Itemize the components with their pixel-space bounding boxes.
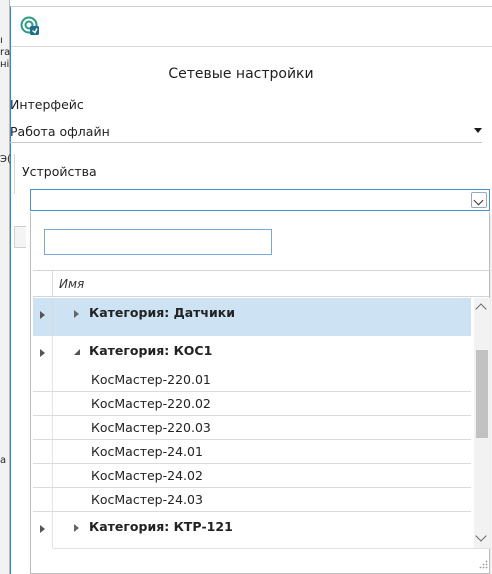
row-indicator (33, 392, 53, 415)
chevron-down-icon[interactable] (475, 530, 487, 542)
row-indicator (33, 512, 53, 548)
expand-arrow-icon[interactable] (74, 310, 79, 318)
devices-dropdown-popup: Имя Категория: Датчики Категория: КОС1 К… (30, 212, 491, 574)
list-item[interactable]: КосМастер-220.01 (33, 368, 471, 392)
group-row-sensors[interactable]: Категория: Датчики (33, 298, 471, 336)
scrollbar-thumb[interactable] (476, 350, 488, 438)
row-indicator (33, 464, 53, 487)
devices-select[interactable] (30, 189, 490, 211)
background-window: ı ra ні Э( a (0, 0, 11, 574)
interface-select[interactable]: Работа офлайн (10, 121, 482, 143)
network-settings-icon (20, 16, 39, 35)
background-text-fragment: a (0, 455, 7, 466)
device-name: КосМастер-220.01 (91, 372, 211, 387)
background-text-fragment: ı (0, 35, 3, 46)
background-text-fragment: ra (0, 47, 11, 58)
screen: ı ra ні Э( a Сетевые настройки Интерфейс… (0, 0, 492, 574)
chevron-down-icon[interactable] (471, 192, 487, 208)
row-indicator (33, 368, 53, 391)
column-header-name[interactable]: Имя (59, 277, 84, 291)
devices-grid: Имя Категория: Датчики Категория: КОС1 К… (33, 270, 491, 572)
group-label: Категория: КТР-121 (89, 519, 233, 534)
group-row-ktr121[interactable]: Категория: КТР-121 (33, 512, 471, 548)
collapse-arrow-icon[interactable] (74, 349, 80, 355)
interface-label: Интерфейс (10, 97, 84, 112)
expand-arrow-icon[interactable] (74, 524, 79, 532)
list-item[interactable]: КосМастер-220.03 (33, 416, 471, 440)
hidden-control-edge (14, 226, 26, 248)
filter-input[interactable] (44, 229, 272, 255)
row-indicator (33, 416, 53, 439)
grid-header: Имя (33, 271, 489, 297)
device-name: КосМастер-24.01 (91, 444, 203, 459)
group-label: Категория: КОС1 (89, 343, 213, 358)
device-name: КосМастер-24.02 (91, 468, 203, 483)
interface-select-value: Работа офлайн (10, 124, 110, 139)
row-indicator (33, 488, 53, 511)
grid-footer (53, 548, 491, 573)
list-item[interactable]: КосМастер-220.02 (33, 392, 471, 416)
list-item[interactable]: КосМастер-24.01 (33, 440, 471, 464)
list-item[interactable]: КосМастер-24.02 (33, 464, 471, 488)
resize-grip-icon[interactable] (478, 559, 488, 569)
row-indicator (33, 336, 53, 368)
dropdown-arrow-icon[interactable] (474, 128, 482, 133)
chevron-up-icon[interactable] (475, 303, 487, 315)
group-label: Категория: Датчики (89, 305, 235, 320)
row-indicator (33, 440, 53, 463)
grid-rows: Категория: Датчики Категория: КОС1 КосМа… (33, 298, 471, 548)
row-indicator-header (33, 271, 53, 297)
device-name: КосМастер-220.03 (91, 420, 211, 435)
devices-label: Устройства (22, 164, 97, 179)
row-indicator-icon (33, 298, 53, 336)
vertical-scrollbar[interactable] (474, 298, 490, 548)
dialog-title: Сетевые настройки (168, 66, 314, 82)
device-name: КосМастер-220.02 (91, 396, 211, 411)
title-bar[interactable] (11, 7, 492, 47)
list-item[interactable]: КосМастер-24.03 (33, 488, 471, 512)
group-row-kos1[interactable]: Категория: КОС1 (33, 336, 471, 368)
device-name: КосМастер-24.03 (91, 492, 203, 507)
